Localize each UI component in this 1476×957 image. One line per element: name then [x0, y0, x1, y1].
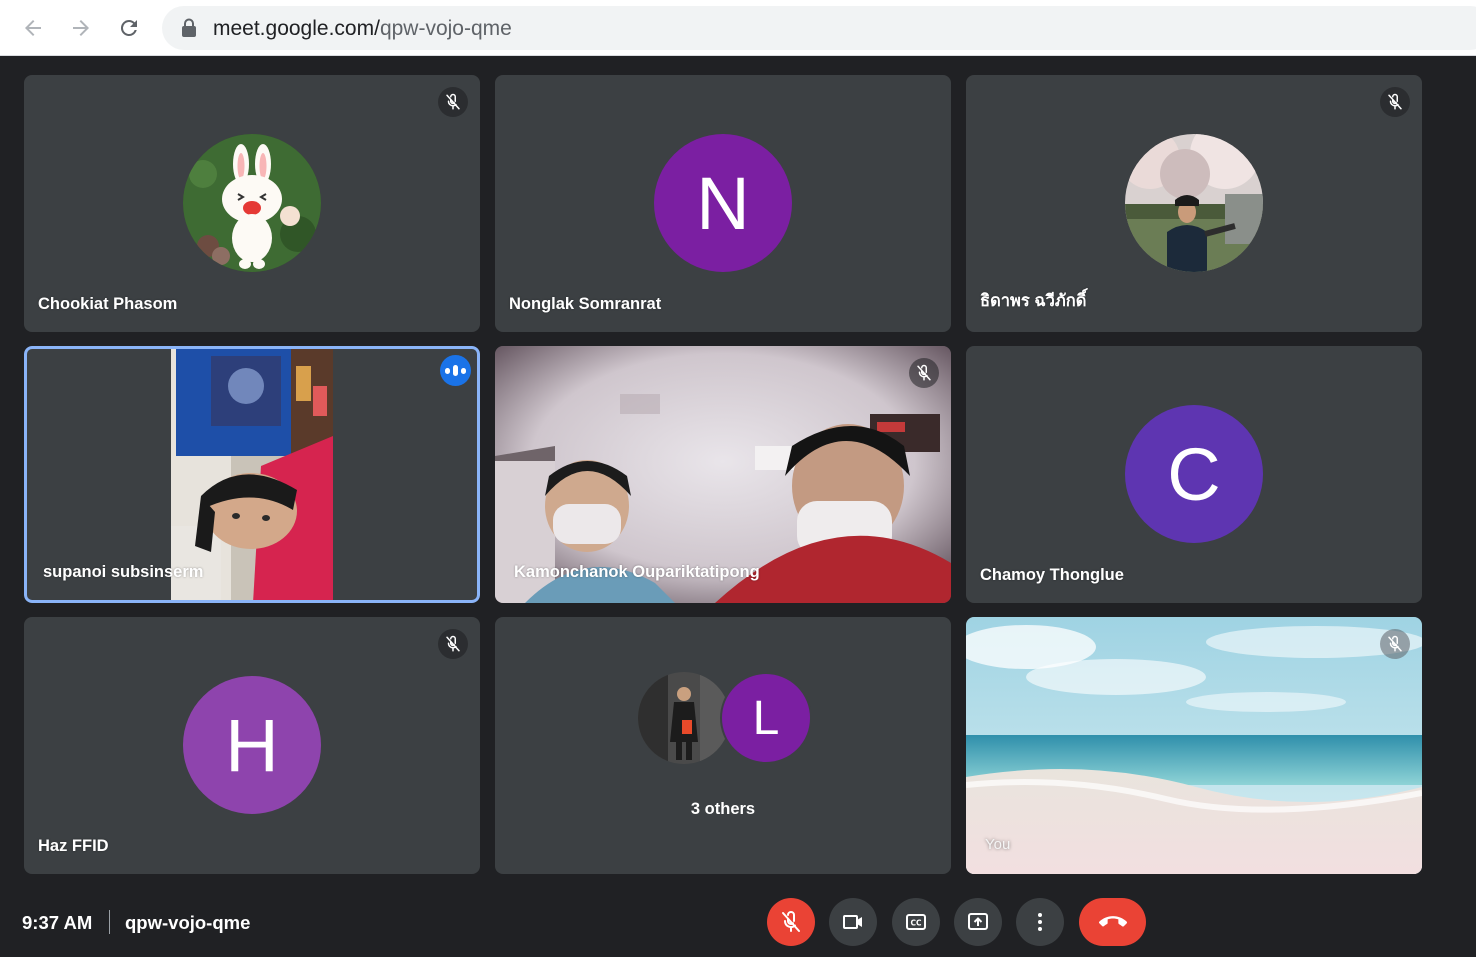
present-screen-icon [968, 913, 988, 930]
url-text[interactable]: meet.google.com/qpw-vojo-qme [213, 17, 512, 41]
lock-icon [182, 18, 196, 37]
avatar-letter: C [1125, 405, 1263, 543]
forward-button[interactable] [63, 10, 99, 46]
avatar-photo [638, 672, 730, 764]
leave-call-icon [1098, 916, 1127, 927]
self-tile[interactable]: You [966, 617, 1422, 874]
speaking-indicator-icon [440, 355, 471, 386]
microphone-off-icon [1388, 635, 1402, 652]
browser-toolbar: meet.google.com/qpw-vojo-qme [0, 0, 1476, 56]
present-screen-button[interactable] [954, 898, 1002, 946]
participant-name: Kamonchanok Oupariktatipong [514, 563, 760, 581]
microphone-toggle-button[interactable] [767, 898, 815, 946]
meeting-controls-bar: 9:37 AM qpw-vojo-qme CC [0, 885, 1476, 957]
divider [109, 910, 110, 934]
bunny-character-image [183, 134, 321, 272]
participant-name: Chookiat Phasom [38, 295, 178, 313]
more-options-button[interactable] [1016, 898, 1064, 946]
microphone-off-icon [917, 364, 931, 381]
participant-tile[interactable]: supanoi subsinserm [24, 346, 480, 603]
microphone-off-icon [446, 93, 460, 110]
participant-tile[interactable]: Kamonchanok Oupariktatipong [495, 346, 951, 603]
participant-name: supanoi subsinserm [43, 563, 204, 581]
svg-text:CC: CC [910, 919, 922, 928]
microphone-off-icon [782, 911, 800, 932]
participant-tile[interactable]: C Chamoy Thonglue [966, 346, 1422, 603]
participant-tile[interactable]: Chookiat Phasom [24, 75, 480, 332]
meeting-code: qpw-vojo-qme [125, 912, 251, 933]
participant-tile[interactable]: N Nonglak Somranrat [495, 75, 951, 332]
url-path: qpw-vojo-qme [379, 17, 512, 40]
muted-badge [1380, 629, 1410, 659]
microphone-off-icon [1388, 93, 1402, 110]
url-host: meet.google.com/ [213, 17, 380, 40]
reload-button[interactable] [111, 10, 147, 46]
participant-name: You [985, 836, 1011, 853]
participant-name: Chamoy Thonglue [980, 566, 1124, 584]
muted-badge [1380, 87, 1410, 117]
others-count-label: 3 others [690, 800, 756, 818]
participant-tile[interactable]: ธิดาพร ฉวีภักดิ์ [966, 75, 1422, 332]
person-photo-image [638, 672, 730, 764]
participant-name: Nonglak Somranrat [509, 295, 662, 313]
avatar-letter: N [654, 134, 792, 272]
avatar-photo [1125, 134, 1263, 272]
cherry-blossom-photo-image [1125, 134, 1263, 272]
microphone-off-icon [446, 635, 460, 652]
muted-badge [438, 87, 468, 117]
participant-name: Haz FFID [38, 837, 109, 855]
avatar-letter: H [183, 676, 321, 814]
others-tile[interactable]: L 3 others [495, 617, 951, 874]
muted-badge [909, 358, 939, 388]
arrow-right-icon [73, 20, 89, 36]
address-bar[interactable]: meet.google.com/qpw-vojo-qme [162, 6, 1476, 50]
leave-call-button[interactable] [1079, 898, 1146, 946]
captions-button[interactable]: CC [892, 898, 940, 946]
arrow-left-icon [25, 20, 41, 36]
current-time: 9:37 AM [22, 912, 93, 933]
reload-icon [120, 19, 137, 36]
avatar-photo [183, 134, 321, 272]
back-button[interactable] [15, 10, 51, 46]
avatar-letter: L [720, 672, 812, 764]
more-options-icon [1038, 913, 1042, 931]
camera-toggle-button[interactable] [829, 898, 877, 946]
participant-name: ธิดาพร ฉวีภักดิ์ [980, 292, 1087, 310]
participant-tile[interactable]: H Haz FFID [24, 617, 480, 874]
beach-background-image [966, 617, 1422, 874]
captions-icon: CC [906, 914, 926, 930]
camera-icon [843, 915, 862, 929]
muted-badge [438, 629, 468, 659]
